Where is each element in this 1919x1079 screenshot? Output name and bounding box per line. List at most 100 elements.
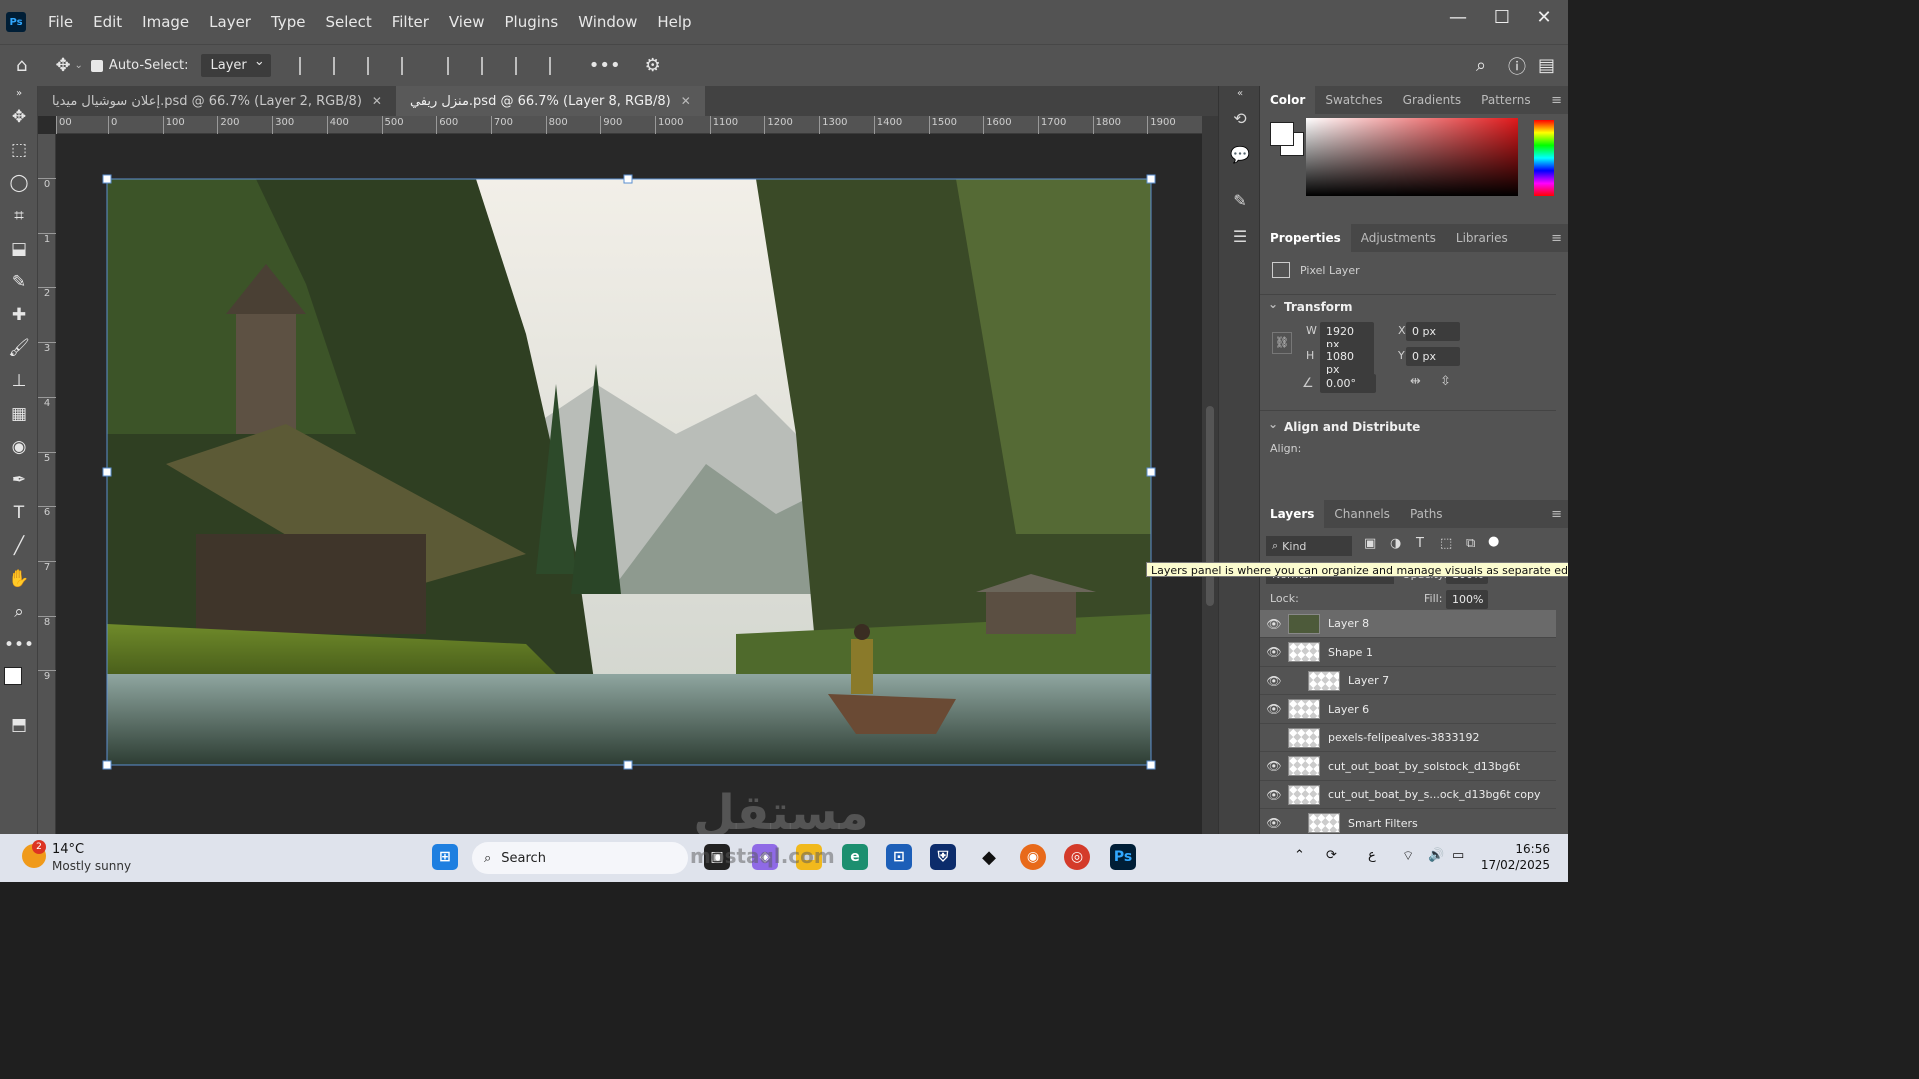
menu-select[interactable]: Select [315, 0, 381, 44]
eye-icon[interactable]: 👁 [1260, 702, 1288, 716]
x-field[interactable]: 0 px [1406, 322, 1460, 341]
object-selection-tool-icon[interactable]: ⬓ [0, 232, 38, 265]
panel-tab-color[interactable]: Color [1260, 86, 1316, 114]
type-tool-icon[interactable]: T [0, 496, 38, 529]
menu-view[interactable]: View [439, 0, 495, 44]
panel-menu-icon[interactable]: ≡ [1551, 507, 1562, 522]
vertical-scrollbar[interactable] [1202, 116, 1218, 834]
collapse-panels-icon[interactable]: « [1219, 86, 1261, 100]
home-icon[interactable]: ⌂ [16, 55, 27, 76]
foreground-color-swatch[interactable] [1270, 122, 1294, 146]
brush-tool-icon[interactable]: 🖌 [0, 331, 38, 364]
quick-mask-icon[interactable]: ⬒ [0, 708, 38, 741]
history-icon[interactable]: ⟲ [1219, 100, 1261, 136]
wifi-icon[interactable]: ⌔ [1402, 848, 1414, 864]
move-tool-icon[interactable]: ✥ [55, 55, 70, 76]
panel-tab-swatches[interactable]: Swatches [1315, 86, 1392, 114]
panel-tab-paths[interactable]: Paths [1400, 500, 1453, 528]
healing-brush-tool-icon[interactable]: ✚ [0, 298, 38, 331]
panel-tab-gradients[interactable]: Gradients [1393, 86, 1471, 114]
align-distribute-section-title[interactable]: Align and Distribute [1260, 417, 1420, 434]
auto-select-checkbox[interactable]: Auto-Select: [90, 58, 189, 73]
close-icon[interactable]: ✕ [1514, 0, 1574, 34]
align-top-icon[interactable] [446, 56, 461, 75]
lasso-tool-icon[interactable]: ◯ [0, 166, 38, 199]
edge-browser-icon[interactable]: e [842, 844, 868, 870]
document-tab[interactable]: منزل ريفي.psd @ 66.7% (Layer 8, RGB/8) ✕ [395, 86, 705, 116]
filter-toggle-icon[interactable]: ● [1488, 534, 1499, 549]
stamp-tool-icon[interactable]: ⊥ [0, 364, 38, 397]
align-center-icon[interactable] [332, 56, 347, 75]
panel-menu-icon[interactable]: ≡ [1551, 231, 1562, 246]
align-bottom-icon[interactable] [514, 56, 529, 75]
align-left-icon[interactable] [298, 56, 313, 75]
filter-shape-icon[interactable]: ⬚ [1440, 536, 1452, 551]
chrome-icon[interactable]: ◎ [1064, 844, 1090, 870]
eye-icon[interactable]: 👁 [1260, 645, 1288, 659]
panel-tab-patterns[interactable]: Patterns [1471, 86, 1540, 114]
menu-layer[interactable]: Layer [199, 0, 261, 44]
workspace-icon[interactable]: ▤ [1538, 55, 1555, 76]
pen-tool-icon[interactable]: ✒ [0, 463, 38, 496]
panel-tab-adjustments[interactable]: Adjustments [1351, 224, 1446, 252]
checkbox-checked-icon[interactable] [90, 59, 103, 72]
gradient-tool-icon[interactable]: ▦ [0, 397, 38, 430]
filter-type-icon[interactable]: T [1416, 536, 1424, 551]
filter-smart-object-icon[interactable]: ⧉ [1466, 536, 1475, 551]
flip-vertical-icon[interactable]: ⇳ [1440, 374, 1451, 389]
menu-help[interactable]: Help [647, 0, 701, 44]
battery-icon[interactable]: ▭ [1452, 848, 1464, 863]
layer-row[interactable]: 👁 Layer 7 [1260, 667, 1556, 695]
search-icon[interactable]: ⌕ [1476, 55, 1486, 76]
adjustments-sliders-icon[interactable]: ☰ [1219, 218, 1261, 254]
marquee-tool-icon[interactable]: ⬚ [0, 133, 38, 166]
foreground-color-swatch[interactable] [4, 667, 22, 685]
layer-row[interactable]: 👁 Layer 6 [1260, 696, 1556, 724]
dropbox-icon[interactable]: ◆ [976, 844, 1002, 870]
panel-tab-layers[interactable]: Layers [1260, 500, 1325, 528]
link-dimensions-icon[interactable]: ⛓ [1272, 332, 1292, 354]
more-tools-icon[interactable]: ••• [0, 628, 38, 661]
input-language[interactable]: ع [1368, 848, 1376, 863]
angle-field[interactable]: 0.00° [1320, 374, 1376, 393]
layer-row[interactable]: 👁 cut_out_boat_by_s...ock_d13bg6t copy [1260, 781, 1556, 809]
flip-horizontal-icon[interactable]: ⇹ [1410, 374, 1421, 389]
clock-time[interactable]: 16:56 [1488, 842, 1550, 856]
auto-select-dropdown[interactable]: Layer [200, 54, 271, 77]
distribute-icon[interactable] [548, 56, 563, 75]
layer-row[interactable]: 👁 Layer 8 [1260, 610, 1556, 638]
eye-icon[interactable]: 👁 [1260, 788, 1288, 802]
layer-row[interactable]: 👁 Shape 1 [1260, 639, 1556, 667]
filter-pixel-icon[interactable]: ▣ [1364, 536, 1376, 551]
layer-row[interactable]: pexels-felipealves-3833192 [1260, 724, 1556, 752]
panel-tab-libraries[interactable]: Libraries [1446, 224, 1518, 252]
microsoft-store-icon[interactable]: ⊡ [886, 844, 912, 870]
line-tool-icon[interactable]: ╱ [0, 529, 38, 562]
eye-icon[interactable]: 👁 [1260, 674, 1288, 688]
filter-adjustment-icon[interactable]: ◑ [1390, 536, 1401, 551]
eye-icon[interactable]: 👁 [1260, 759, 1288, 773]
document-tab[interactable]: إعلان سوشيال ميديا.psd @ 66.7% (Layer 2,… [38, 86, 396, 116]
close-tab-icon[interactable]: ✕ [681, 94, 691, 108]
system-tray-chevron-icon[interactable]: ⌃ [1294, 848, 1305, 863]
firefox-icon[interactable]: ◉ [1020, 844, 1046, 870]
canvas-area[interactable]: مستقل [56, 134, 1202, 834]
comments-icon[interactable]: 💬 [1219, 136, 1261, 172]
app-icon[interactable]: ⛨ [930, 844, 956, 870]
clock-date[interactable]: 17/02/2025 [1478, 858, 1550, 872]
brush-settings-icon[interactable]: ✎ [1219, 182, 1261, 218]
menu-edit[interactable]: Edit [83, 0, 132, 44]
menu-window[interactable]: Window [568, 0, 647, 44]
zoom-tool-icon[interactable]: ⌕ [0, 595, 38, 628]
color-picker-field[interactable] [1306, 118, 1518, 196]
collapse-toolbar-icon[interactable]: » [0, 86, 38, 100]
chevron-down-icon[interactable]: ⌄ [75, 60, 83, 71]
eye-icon[interactable]: 👁 [1260, 816, 1288, 830]
align-middle-icon[interactable] [480, 56, 495, 75]
help-icon[interactable]: ⓘ [1508, 53, 1526, 79]
align-vertical-center-icon[interactable] [400, 56, 415, 75]
close-tab-icon[interactable]: ✕ [372, 94, 382, 108]
volume-icon[interactable]: 🔊 [1428, 848, 1444, 863]
dodge-tool-icon[interactable]: ◉ [0, 430, 38, 463]
panel-tab-channels[interactable]: Channels [1324, 500, 1400, 528]
